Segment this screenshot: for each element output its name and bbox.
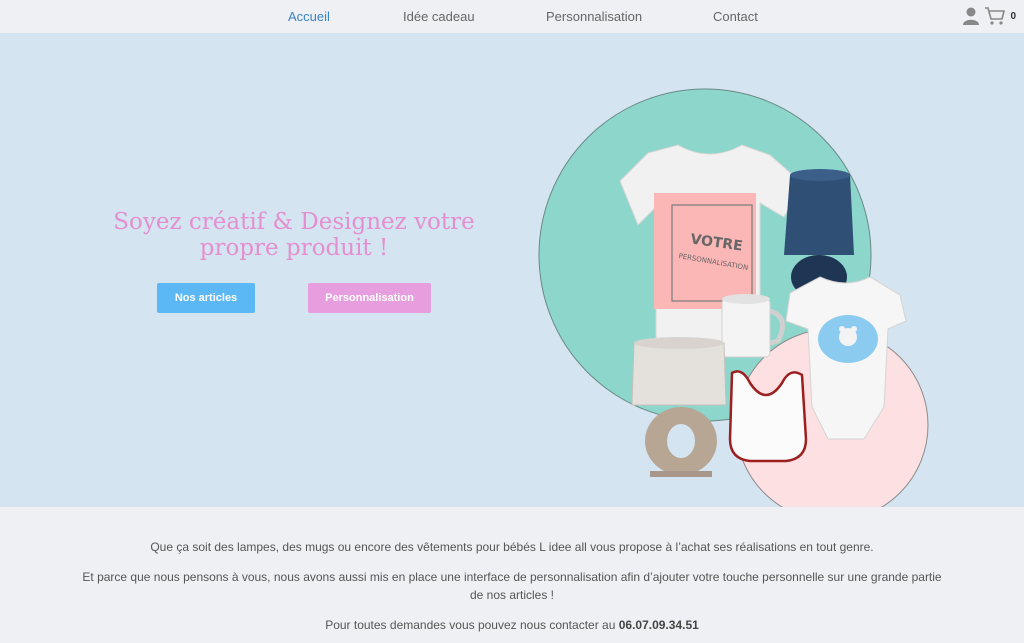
phone-number[interactable]: 06.07.09.34.51: [619, 618, 699, 632]
cart-icon[interactable]: [984, 6, 1006, 26]
nav-icons: 0: [962, 6, 1016, 26]
intro-line-2: Et parce que nous pensons à vous, nous a…: [82, 570, 942, 602]
contact-text: Pour toutes demandes vous pouvez nous co…: [325, 618, 616, 632]
personnalisation-button[interactable]: Personnalisation: [308, 283, 431, 313]
nav-contact[interactable]: Contact: [713, 9, 758, 24]
hero-title: Soyez créatif & Designez votre propre pr…: [113, 209, 475, 261]
intro-line-1: Que ça soit des lampes, des mugs ou enco…: [150, 540, 874, 554]
nos-articles-button[interactable]: Nos articles: [157, 283, 255, 313]
nav-idee-cadeau[interactable]: Idée cadeau: [403, 9, 475, 24]
user-icon[interactable]: [962, 6, 980, 26]
nav-accueil[interactable]: Accueil: [288, 9, 330, 24]
nav-personnalisation[interactable]: Personnalisation: [546, 9, 642, 24]
intro-section: Que ça soit des lampes, des mugs ou enco…: [0, 507, 1024, 643]
cart-count: 0: [1010, 10, 1016, 22]
intro-contact-line: Pour toutes demandes vous pouvez nous co…: [80, 616, 944, 634]
hero-section: Soyez créatif & Designez votre propre pr…: [0, 33, 1024, 507]
products-illustration: VOTRE PERSONNALISATION: [538, 88, 929, 507]
top-navigation: Accueil Idée cadeau Personnalisation Con…: [0, 0, 1024, 33]
